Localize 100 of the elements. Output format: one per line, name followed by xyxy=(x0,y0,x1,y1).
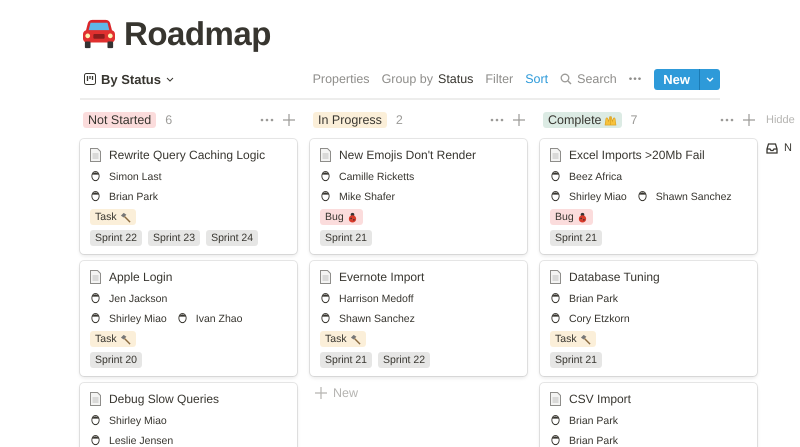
avatar-icon xyxy=(320,312,331,325)
avatar-icon xyxy=(90,292,101,305)
car-icon xyxy=(80,18,118,50)
status-tag: Complete xyxy=(543,112,622,128)
sprint-tag: Sprint 21 xyxy=(550,352,602,368)
group-by-button[interactable]: Group by Status xyxy=(376,69,480,89)
plus-icon[interactable] xyxy=(743,114,755,126)
assignee-name: Brian Park xyxy=(109,190,158,202)
avatar-icon xyxy=(550,190,561,203)
raised-hands-icon xyxy=(604,114,616,126)
new-dropdown-button[interactable] xyxy=(699,68,720,90)
task-card[interactable]: CSV Import Brian Park Brian Park xyxy=(540,383,757,447)
assignee-name: Shawn Sanchez xyxy=(339,312,415,324)
document-icon xyxy=(90,270,101,284)
assignee-name: Beez Africa xyxy=(569,170,622,182)
status-tag: Not Started xyxy=(83,112,156,128)
avatar-icon xyxy=(90,170,101,183)
task-card[interactable]: Debug Slow Queries Shirley Miao Leslie Jensen xyxy=(80,383,297,447)
avatar-icon xyxy=(320,170,331,183)
hidden-column-name: N xyxy=(784,142,792,154)
sprint-tag: Sprint 22 xyxy=(378,352,430,368)
sprint-tag: Sprint 22 xyxy=(90,230,142,246)
hammer-icon xyxy=(120,334,131,344)
document-icon xyxy=(90,392,101,406)
avatar-icon xyxy=(636,190,648,203)
task-card[interactable]: Rewrite Query Caching Logic Simon Last Brian Park Task Sprint 22 Sprint 23 Sprint 24 xyxy=(80,139,297,254)
assignee-name: Cory Etzkorn xyxy=(569,312,630,324)
sprint-tag: Sprint 24 xyxy=(206,230,258,246)
board-icon xyxy=(84,73,96,85)
page-title: Roadmap xyxy=(124,15,271,53)
assignee-name: Harrison Medoff xyxy=(339,292,414,304)
assignee-name: Brian Park xyxy=(569,414,618,426)
assignee-name: Shirley Miao xyxy=(109,312,167,324)
type-tag: Bug xyxy=(320,209,363,225)
sprint-tag: Sprint 21 xyxy=(550,230,602,246)
plus-icon xyxy=(315,387,327,399)
card-title: Evernote Import xyxy=(339,270,424,284)
hammer-icon xyxy=(120,212,131,222)
assignee-name: Shirley Miao xyxy=(569,190,627,202)
document-icon xyxy=(90,148,101,162)
card-count: 6 xyxy=(165,113,172,127)
assignee-name: Brian Park xyxy=(569,292,618,304)
document-icon xyxy=(550,270,561,284)
document-icon xyxy=(320,270,331,284)
type-tag: Task xyxy=(90,209,136,225)
task-card[interactable]: Excel Imports >20Mb Fail Beez Africa Shirley Miao Shawn Sanchez Bug Sprint 21 xyxy=(540,139,757,254)
card-title: Rewrite Query Caching Logic xyxy=(109,148,266,162)
assignee-name: Shawn Sanchez xyxy=(656,190,732,202)
avatar-icon xyxy=(550,170,561,183)
chevron-down-icon xyxy=(706,76,714,82)
sprint-tag: Sprint 20 xyxy=(90,352,142,368)
plus-icon[interactable] xyxy=(513,114,525,126)
more-icon[interactable] xyxy=(490,118,504,122)
assignee-name: Camille Ricketts xyxy=(339,170,414,182)
type-tag: Task xyxy=(550,331,596,347)
chevron-down-icon xyxy=(166,76,174,82)
type-tag: Task xyxy=(320,331,366,347)
document-icon xyxy=(320,148,331,162)
ladybug-icon xyxy=(346,212,358,222)
card-title: Debug Slow Queries xyxy=(109,392,220,406)
status-tag: In Progress xyxy=(313,112,387,128)
more-icon[interactable] xyxy=(260,118,274,122)
card-count: 7 xyxy=(630,113,638,127)
assignee-name: Simon Last xyxy=(109,170,162,182)
card-title: Apple Login xyxy=(109,270,172,284)
card-title: New Emojis Don't Render xyxy=(339,148,476,162)
type-tag: Bug xyxy=(550,209,593,225)
avatar-icon xyxy=(90,312,101,325)
document-icon xyxy=(550,148,561,162)
sprint-tag: Sprint 23 xyxy=(148,230,200,246)
assignee-name: Brian Park xyxy=(569,434,618,446)
type-tag: Task xyxy=(90,331,136,347)
document-icon xyxy=(550,392,561,406)
avatar-icon xyxy=(550,292,561,305)
avatar-icon xyxy=(550,414,561,427)
ladybug-icon xyxy=(576,212,588,222)
inbox-icon xyxy=(766,142,778,154)
avatar-icon xyxy=(90,414,101,427)
assignee-name: Mike Shafer xyxy=(339,190,396,202)
assignee-name: Shirley Miao xyxy=(109,414,167,426)
view-selector[interactable]: By Status xyxy=(80,70,178,88)
avatar-icon xyxy=(320,292,331,305)
task-card[interactable]: Database Tuning Brian Park Cory Etzkorn Task Sprint 21 xyxy=(540,261,757,376)
task-card[interactable]: New Emojis Don't Render Camille Ricketts Mike Shafer Bug Sprint 21 xyxy=(310,139,527,254)
card-title: Database Tuning xyxy=(569,270,660,284)
hammer-icon xyxy=(350,334,361,344)
sprint-tag: Sprint 21 xyxy=(320,352,372,368)
hammer-icon xyxy=(580,334,591,344)
card-title: Excel Imports >20Mb Fail xyxy=(569,148,705,162)
card-count: 2 xyxy=(396,113,403,127)
assignee-name: Jen Jackson xyxy=(109,292,168,304)
more-icon[interactable] xyxy=(720,118,734,122)
assignee-name: Ivan Zhao xyxy=(196,312,242,324)
search-icon xyxy=(560,73,572,85)
avatar-icon xyxy=(176,312,188,325)
plus-icon[interactable] xyxy=(283,114,295,126)
avatar-icon xyxy=(550,312,561,325)
hidden-columns-label: Hidde xyxy=(766,113,795,128)
task-card[interactable]: Evernote Import Harrison Medoff Shawn Sanchez Task Sprint 21 Sprint 22 xyxy=(310,261,527,376)
task-card[interactable]: Apple Login Jen Jackson Shirley Miao Ivan Zhao Task Sprint 20 xyxy=(80,261,297,376)
